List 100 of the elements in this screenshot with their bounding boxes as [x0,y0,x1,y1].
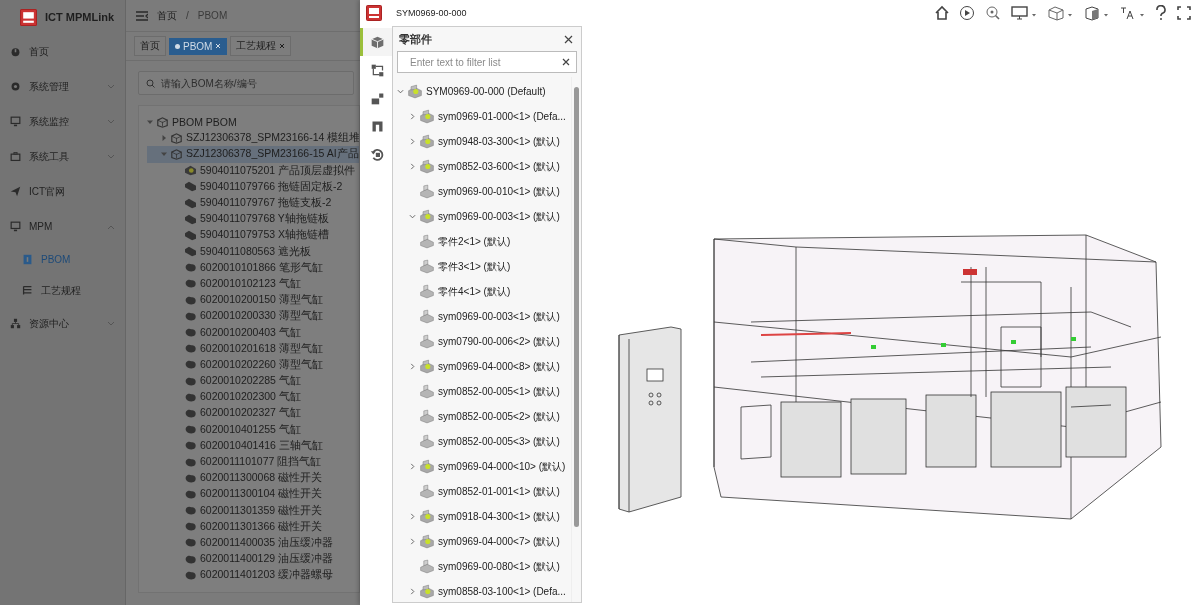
part-item[interactable]: 零件2<1> (默认) [393,229,571,254]
assembly-icon [184,165,197,177]
tree-item[interactable]: 6020010200330 薄型气缸 [147,308,359,325]
text-size-icon[interactable] [1119,5,1145,21]
page-tab[interactable]: PBOM [169,37,228,55]
menu-item[interactable]: 首页 [0,34,125,69]
part-item[interactable]: sym0852-03-600<1> (默认) [393,154,571,179]
tree-item[interactable]: 6020011400035 油压缓冲器 [147,534,359,552]
menu-icon[interactable] [136,10,148,21]
tree-item[interactable]: 5904011079768 Y轴拖链板 [147,211,359,228]
cube-dropdown-icon[interactable] [1047,5,1073,21]
tree-item[interactable]: 6020010401255 气缸 [147,421,359,438]
tree-item[interactable]: 6020010101866 笔形气缸 [147,259,359,276]
part-item[interactable]: sym0858-03-100<1> (Defa... [393,579,571,602]
panel-tab[interactable] [360,28,392,56]
part-icon [419,434,435,449]
tree-item[interactable]: 6020010200150 薄型气缸 [147,292,359,309]
menu-item[interactable]: 系统管理 [0,69,125,104]
part-item[interactable]: sym0790-00-006<2> (默认) [393,329,571,354]
chevron-icon[interactable] [409,463,416,470]
tree-item[interactable]: 6020011300068 磁性开关 [147,470,359,487]
tree-item[interactable]: 6020011401203 缓冲器螺母 [147,567,359,584]
scrollbar[interactable] [571,77,581,602]
page-tab[interactable]: 首页 [134,36,166,56]
part-item[interactable]: sym0969-01-000<1> (Defa... [393,104,571,129]
chevron-icon[interactable] [409,163,416,170]
tree-item[interactable]: 5904011079753 X轴拖链槽 [147,227,359,244]
part-item[interactable]: sym0948-03-300<1> (默认) [393,129,571,154]
tree-item[interactable]: 6020010102123 气缸 [147,275,359,293]
breadcrumb-item[interactable]: 首页 [157,8,177,23]
breadcrumb-item[interactable]: PBOM [197,10,228,21]
menu-item[interactable]: ICT官网 [0,174,125,209]
play-icon[interactable] [959,5,975,21]
part-item[interactable]: sym0918-04-300<1> (默认) [393,504,571,529]
menu-item[interactable]: 系统工具 [0,139,125,174]
filter-field[interactable]: Enter text to filter list [397,51,577,73]
part-item[interactable]: sym0969-00-080<1> (默认) [393,554,571,579]
tree-item[interactable]: 6020010202285 气缸 [147,373,359,390]
part-item[interactable]: sym0852-00-005<1> (默认) [393,379,571,404]
tree-item[interactable]: 6020010202327 气缸 [147,405,359,422]
fullscreen-icon[interactable] [1177,5,1191,21]
search-field[interactable]: 请输入BOM名称/编号 [138,71,354,95]
part-item[interactable]: sym0852-01-001<1> (默认) [393,479,571,504]
tree-item[interactable]: 6020011301359 磁性开关 [147,502,359,519]
part-icon [184,472,197,484]
part-icon [184,391,197,403]
tree-item[interactable]: SZJ12306378_SPM23166-15 AI产品 [147,146,359,163]
part-item[interactable]: sym0969-00-003<1> (默认) [393,304,571,329]
part-icon [184,262,197,274]
assembly-icon [419,534,435,549]
chevron-icon[interactable] [409,513,416,520]
chevron-icon[interactable] [409,113,416,120]
tree-item[interactable]: 6020011400129 油压缓冲器 [147,551,359,568]
part-item[interactable]: sym0969-04-000<8> (默认) [393,354,571,379]
part-item[interactable]: 零件4<1> (默认) [393,279,571,304]
part-item[interactable]: 零件3<1> (默认) [393,254,571,279]
chevron-icon[interactable] [409,213,416,220]
menu-item[interactable]: 系统监控 [0,104,125,139]
chevron-icon[interactable] [409,363,416,370]
tree-item[interactable]: PBOM PBOM [147,114,359,131]
box-dropdown-icon[interactable] [1083,5,1109,21]
tree-item[interactable]: 6020010202300 气缸 [147,389,359,406]
tree-item[interactable]: 6020010202260 薄型气缸 [147,356,359,373]
tree-item[interactable]: 6020011101077 阻挡气缸 [147,453,359,471]
menu-item[interactable]: 资源中心 [0,306,125,341]
chevron-icon[interactable] [409,538,416,545]
expand-arrow-icon[interactable] [161,135,167,142]
monitor-dropdown-icon[interactable] [1011,5,1037,21]
page-tab[interactable]: 工艺规程 [230,36,292,56]
search-icon [146,79,155,88]
help-icon[interactable] [1155,5,1167,21]
rotate-icon [370,146,385,162]
part-item[interactable]: sym0969-04-000<7> (默认) [393,529,571,554]
close-icon[interactable] [279,43,286,49]
chevron-icon[interactable] [397,88,404,95]
home-icon[interactable] [935,5,949,21]
chevron-icon[interactable] [409,588,416,595]
part-item[interactable]: sym0969-00-010<1> (默认) [393,179,571,204]
part-item[interactable]: sym0969-04-000<10> (默认) [393,454,571,479]
menu-item[interactable]: MPM [0,209,125,244]
clear-icon[interactable] [562,58,570,66]
tree-item[interactable]: 6020010201618 薄型气缸 [147,340,359,357]
tree-item[interactable]: 5904011079767 拖链支板-2 [147,194,359,212]
close-icon[interactable] [564,34,573,44]
part-item[interactable]: sym0852-00-005<2> (默认) [393,404,571,429]
part-icon [184,407,197,419]
part-item[interactable]: SYM0969-00-000 (Default) [393,79,571,104]
zoom-icon[interactable] [985,5,1001,21]
part-item[interactable]: sym0852-00-005<3> (默认) [393,429,571,454]
expand-arrow-icon[interactable] [147,119,153,126]
assembly-icon [419,359,435,374]
part-item[interactable]: sym0969-00-003<1> (默认) [393,204,571,229]
tree-item[interactable]: 5904011075201 产品顶层虚拟件 [147,162,359,179]
tree-item[interactable]: 5904011080563 遮光板 [147,243,359,260]
tree-item[interactable]: 5904011079766 拖链固定板-2 [147,178,359,195]
submenu-item[interactable]: 工艺规程 [0,275,125,306]
tree-item[interactable]: 6020010200403 气缸 [147,324,359,341]
tree-item[interactable]: 6020011301366 磁性开关 [147,518,359,535]
tree-item[interactable]: 6020011300104 磁性开关 [147,486,359,503]
chevron-icon[interactable] [409,138,416,145]
